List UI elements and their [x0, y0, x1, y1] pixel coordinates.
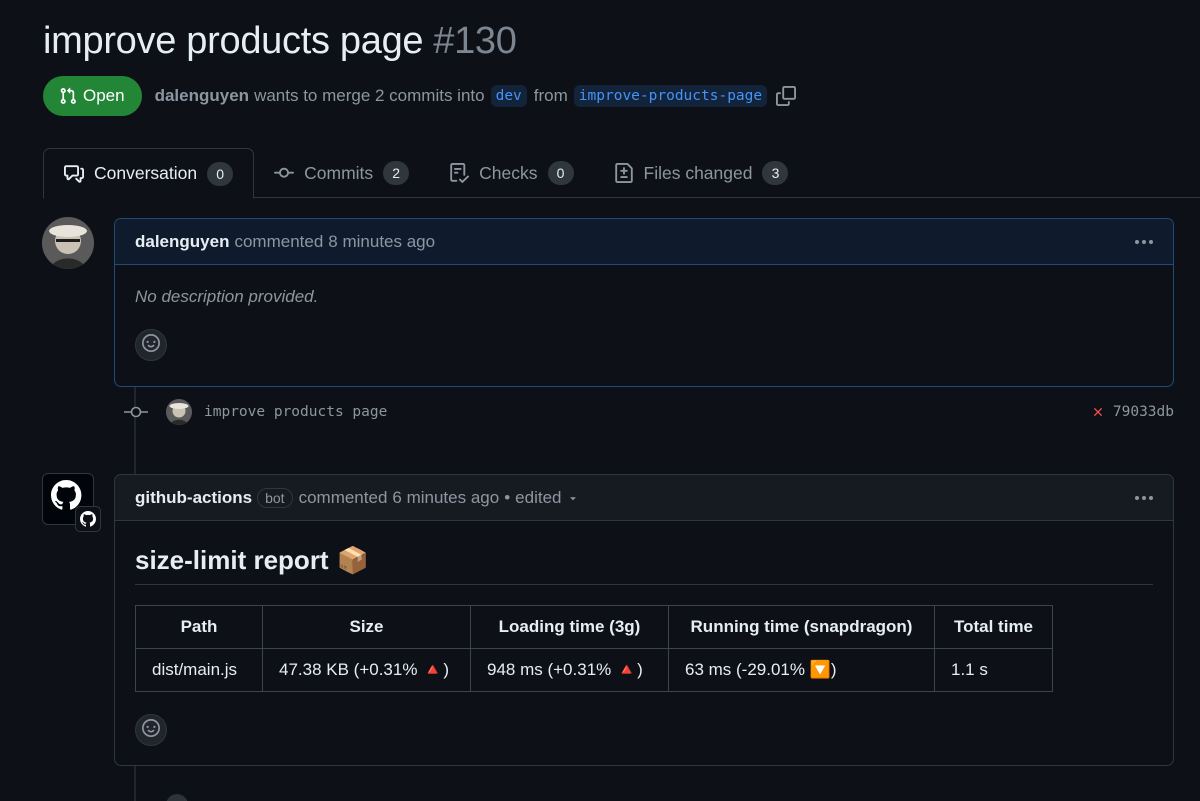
table-cell: 948 ms (+0.31% 🔺) [470, 648, 669, 692]
pr-number: #130 [433, 20, 517, 62]
tab-label: Commits [304, 162, 374, 183]
table-cell: dist/main.js [135, 648, 263, 692]
avatar[interactable] [42, 217, 94, 269]
conversation-icon [64, 164, 84, 184]
tab-checks[interactable]: Checks 0 [429, 148, 593, 198]
smiley-icon [142, 333, 160, 357]
base-branch[interactable]: dev [490, 85, 527, 107]
comment-body: No description provided. [115, 265, 1173, 361]
column-header: Total time [934, 605, 1053, 649]
table-cell: 47.38 KB (+0.31% 🔺) [262, 648, 471, 692]
tab-label: Files changed [643, 162, 753, 183]
column-header: Running time (snapdragon) [668, 605, 935, 649]
comment-author[interactable]: github-actions [135, 488, 252, 508]
comment-text: No description provided. [135, 287, 319, 306]
table-cell: 1.1 s [934, 648, 1053, 692]
file-diff-icon [614, 163, 634, 183]
column-header: Path [135, 605, 263, 649]
github-actions-avatar[interactable] [42, 473, 101, 532]
pr-meta: Open dalenguyen wants to merge 2 commits… [43, 76, 797, 116]
commit-author-avatar[interactable] [166, 399, 192, 425]
tab-count: 2 [383, 161, 410, 185]
state-label: Open [83, 86, 125, 105]
checklist-icon [449, 163, 470, 183]
package-icon: 📦 [336, 545, 369, 575]
separator: • [504, 487, 511, 507]
smiley-icon [142, 718, 160, 742]
column-header: Size [262, 605, 471, 649]
kebab-menu-icon[interactable] [1135, 495, 1153, 500]
comment-action: commented [298, 487, 388, 507]
column-header: Loading time (3g) [470, 605, 669, 649]
edited-label: edited [515, 487, 562, 507]
commit-sha-link[interactable]: 79033db [1113, 404, 1174, 420]
x-icon[interactable] [1091, 405, 1105, 419]
pr-title-text: improve products page [43, 20, 424, 62]
table-cell: 63 ms (-29.01% 🔽) [668, 648, 935, 692]
comment-box: github-actions bot commented 6 minutes a… [114, 474, 1174, 766]
copy-icon[interactable] [776, 86, 797, 106]
timeline-commit: improve products page 79033db [124, 396, 1174, 428]
state-badge: Open [43, 76, 142, 116]
add-reaction-button[interactable] [135, 329, 167, 361]
pr-author-link[interactable]: dalenguyen [155, 86, 249, 106]
edited-dropdown[interactable]: edited [515, 488, 579, 508]
commit-node-icon [124, 404, 148, 420]
tab-files-changed[interactable]: Files changed 3 [594, 148, 809, 198]
tab-count: 0 [207, 161, 234, 186]
comment-time[interactable]: 6 minutes ago [392, 488, 499, 508]
tab-label: Checks [479, 162, 538, 183]
bot-badge: bot [257, 487, 293, 508]
size-limit-table: Path Size Loading time (3g) Running time… [135, 605, 1053, 692]
avatar[interactable] [166, 794, 188, 801]
report-title: size-limit report [135, 545, 329, 575]
head-branch[interactable]: improve-products-page [573, 85, 768, 107]
triangle-down-icon [567, 492, 579, 504]
merge-text: wants to merge 2 commits into [254, 86, 485, 105]
report-heading: size-limit report 📦 [135, 545, 1153, 585]
git-pull-request-icon [59, 87, 77, 105]
tab-count: 0 [547, 161, 574, 185]
commit-status: 79033db [1091, 404, 1174, 420]
comment-time[interactable]: 8 minutes ago [328, 232, 435, 252]
tab-label: Conversation [94, 163, 198, 183]
comment-author[interactable]: dalenguyen [135, 232, 229, 252]
tab-conversation[interactable]: Conversation 0 [43, 148, 255, 199]
table-header-row: Path Size Loading time (3g) Running time… [135, 605, 1053, 649]
add-reaction-button[interactable] [135, 714, 167, 746]
comment-box: dalenguyen commented 8 minutes ago No de… [114, 218, 1174, 387]
kebab-menu-icon[interactable] [1135, 239, 1153, 244]
pr-title: improve products page #130 [43, 20, 517, 63]
table-row: dist/main.js 47.38 KB (+0.31% 🔺) 948 ms … [135, 648, 1053, 692]
from-text: from [533, 86, 568, 105]
comment-header: dalenguyen commented 8 minutes ago [115, 219, 1173, 265]
github-badge-icon [75, 506, 101, 532]
tab-commits[interactable]: Commits 2 [254, 148, 429, 198]
comment-body: size-limit report 📦 Path Size Loading ti… [115, 521, 1173, 746]
commit-message[interactable]: improve products page [204, 404, 387, 420]
comment-header: github-actions bot commented 6 minutes a… [115, 475, 1173, 521]
comment-action: commented [234, 231, 324, 251]
commit-icon [274, 163, 295, 183]
tab-count: 3 [762, 161, 789, 185]
pr-tabs: Conversation 0 Commits 2 Checks 0 Files … [43, 148, 1200, 199]
